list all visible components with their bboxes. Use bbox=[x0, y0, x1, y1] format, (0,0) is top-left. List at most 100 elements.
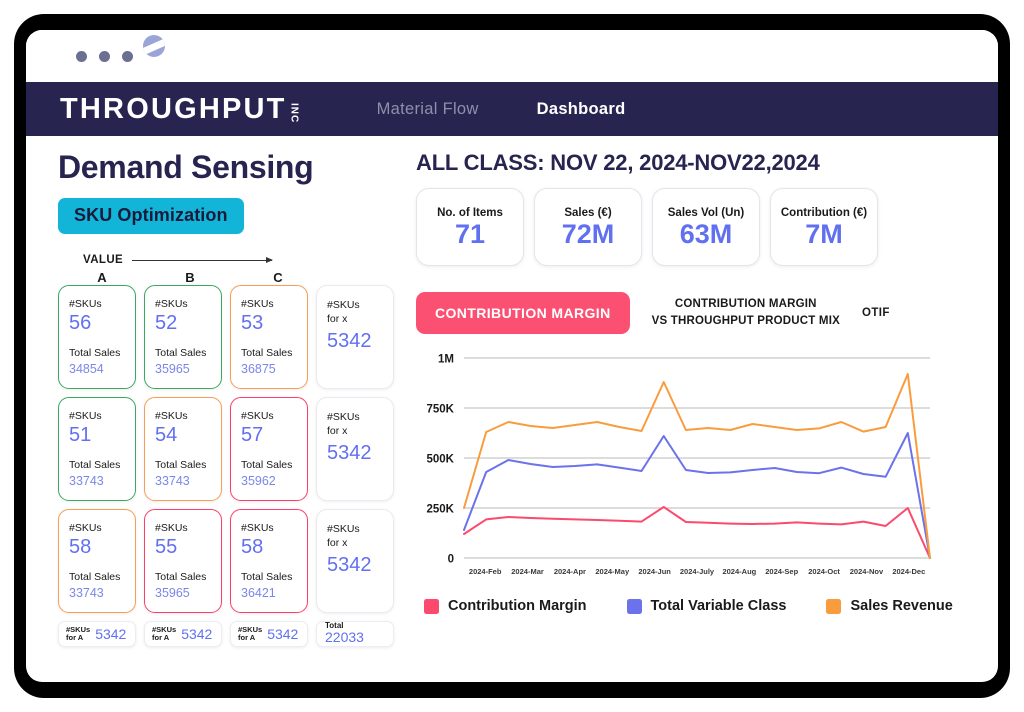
sku-cell[interactable]: #SKUs57Total Sales35962 bbox=[230, 397, 308, 501]
sku-optimization-button[interactable]: SKU Optimization bbox=[58, 198, 244, 234]
sku-total-label-2: for A bbox=[238, 634, 262, 642]
sku-cell-sales: 35962 bbox=[241, 474, 307, 488]
sku-total-label: #SKUsfor A bbox=[238, 626, 262, 643]
window-dot-2[interactable] bbox=[99, 51, 110, 62]
brand-logo-text: THROUGHPUT bbox=[60, 93, 287, 126]
kpi-card[interactable]: Contribution (€)7M bbox=[770, 188, 878, 266]
kpi-card[interactable]: Sales Vol (Un) 63M bbox=[652, 188, 760, 266]
sku-totals-row: #SKUsfor A5342#SKUsfor A5342#SKUsfor A53… bbox=[58, 621, 394, 647]
sku-cell-label: #SKUs bbox=[241, 298, 307, 311]
kpi-card[interactable]: Sales (€)72M bbox=[534, 188, 642, 266]
sku-cell[interactable]: #SKUs51Total Sales33743 bbox=[58, 397, 136, 501]
sku-cell-sales: 33743 bbox=[69, 586, 135, 600]
sku-cell[interactable]: #SKUs53Total Sales36875 bbox=[230, 285, 308, 389]
chart-title: CONTRIBUTION MARGIN VS THROUGHPUT PRODUC… bbox=[652, 296, 840, 331]
chart-y-tick-label: 1M bbox=[438, 354, 454, 366]
sku-cell[interactable]: #SKUs56Total Sales34854 bbox=[58, 285, 136, 389]
kpi-card[interactable]: No. of Items71 bbox=[416, 188, 524, 266]
chart-x-tick-label: 2024-Aug bbox=[722, 567, 756, 576]
sku-cell-sales: 34854 bbox=[69, 362, 135, 376]
sku-cell-count: 55 bbox=[155, 536, 221, 559]
sku-side-cell[interactable]: #SKUsfor x5342 bbox=[316, 285, 394, 389]
legend-item[interactable]: Total Variable Class bbox=[627, 598, 787, 614]
sku-cell[interactable]: #SKUs52Total Sales35965 bbox=[144, 285, 222, 389]
column-header-c: C bbox=[234, 270, 322, 285]
kpi-label: Sales Vol (Un) bbox=[668, 207, 744, 219]
chart-header: CONTRIBUTION MARGIN CONTRIBUTION MARGIN … bbox=[416, 292, 976, 334]
window-dot-3[interactable] bbox=[122, 51, 133, 62]
sku-total-label: #SKUsfor A bbox=[152, 626, 176, 643]
grand-total-value: 22033 bbox=[325, 630, 364, 645]
sku-cell-sales: 33743 bbox=[69, 474, 135, 488]
sku-total-label-2: for A bbox=[66, 634, 90, 642]
legend-item[interactable]: Sales Revenue bbox=[826, 598, 952, 614]
column-header-a: A bbox=[58, 270, 146, 285]
sku-side-cell[interactable]: #SKUsfor x5342 bbox=[316, 397, 394, 501]
chart-x-tick-label: 2024-Dec bbox=[892, 567, 925, 576]
sku-grid-row: #SKUs58Total Sales33743#SKUs55Total Sale… bbox=[58, 509, 394, 613]
sku-cell-sales: 36875 bbox=[241, 362, 307, 376]
chart-svg: 0250K500K750K1M2024-Feb2024-Mar2024-Apr2… bbox=[416, 350, 936, 588]
contribution-margin-tab[interactable]: CONTRIBUTION MARGIN bbox=[416, 292, 630, 334]
top-navbar: THROUGHPUT INC Material Flow Dashboard bbox=[26, 82, 998, 136]
chart-x-tick-label: 2024-Nov bbox=[850, 567, 884, 576]
legend-label: Contribution Margin bbox=[448, 598, 587, 614]
line-chart: 0250K500K750K1M2024-Feb2024-Mar2024-Apr2… bbox=[416, 350, 976, 588]
window-dot-1[interactable] bbox=[76, 51, 87, 62]
sku-grid-row: #SKUs51Total Sales33743#SKUs54Total Sale… bbox=[58, 397, 394, 501]
sku-side-label-1: #SKUs bbox=[327, 299, 393, 313]
sku-cell-sublabel: Total Sales bbox=[155, 459, 221, 472]
sku-cell[interactable]: #SKUs58Total Sales36421 bbox=[230, 509, 308, 613]
legend-label: Total Variable Class bbox=[651, 598, 787, 614]
all-class-title: ALL CLASS: NOV 22, 2024-NOV22,2024 bbox=[416, 150, 976, 176]
sku-side-label-1: #SKUs bbox=[327, 523, 393, 537]
nav-item-material-flow[interactable]: Material Flow bbox=[377, 100, 479, 119]
legend-swatch bbox=[826, 599, 841, 614]
chart-title-line-1: CONTRIBUTION MARGIN bbox=[652, 296, 840, 313]
sku-cell-count: 58 bbox=[241, 536, 307, 559]
sku-cell-label: #SKUs bbox=[155, 522, 221, 535]
value-axis-label: VALUE bbox=[83, 254, 123, 266]
sku-side-value: 5342 bbox=[327, 554, 393, 577]
sku-total-label-2: for A bbox=[152, 634, 176, 642]
column-header-b: B bbox=[146, 270, 234, 285]
kpi-value: 63M bbox=[680, 221, 733, 248]
chart-x-tick-label: 2024-Oct bbox=[808, 567, 840, 576]
sku-cell-count: 57 bbox=[241, 424, 307, 447]
sku-cell[interactable]: #SKUs54Total Sales33743 bbox=[144, 397, 222, 501]
chart-y-tick-label: 500K bbox=[427, 454, 455, 466]
sku-cell-label: #SKUs bbox=[241, 410, 307, 423]
sku-total-pill[interactable]: #SKUsfor A5342 bbox=[58, 621, 136, 647]
sku-cell-sales: 35965 bbox=[155, 362, 221, 376]
sku-cell[interactable]: #SKUs55Total Sales35965 bbox=[144, 509, 222, 613]
kpi-value: 71 bbox=[455, 221, 485, 248]
legend-label: Sales Revenue bbox=[850, 598, 952, 614]
sku-total-pill[interactable]: #SKUsfor A 5342 bbox=[144, 621, 222, 647]
otif-tab[interactable]: OTIF bbox=[862, 307, 890, 319]
sku-grid-row: #SKUs56Total Sales34854#SKUs52Total Sale… bbox=[58, 285, 394, 389]
sku-cell-sublabel: Total Sales bbox=[69, 571, 135, 584]
chart-x-tick-label: 2024-Sep bbox=[765, 567, 798, 576]
sku-total-value: 5342 bbox=[181, 626, 212, 642]
sku-total-pill[interactable]: #SKUsfor A5342 bbox=[230, 621, 308, 647]
kpi-value: 7M bbox=[805, 221, 843, 248]
chart-y-tick-label: 750K bbox=[427, 404, 455, 416]
sku-cell-label: #SKUs bbox=[69, 410, 135, 423]
column-headers: A B C bbox=[58, 270, 382, 285]
legend-item[interactable]: Contribution Margin bbox=[424, 598, 587, 614]
brand-logo[interactable]: THROUGHPUT INC bbox=[60, 93, 299, 126]
grand-total-pill[interactable]: Total22033 bbox=[316, 621, 394, 647]
sku-cell-sublabel: Total Sales bbox=[155, 347, 221, 360]
legend-swatch bbox=[424, 599, 439, 614]
sku-cell[interactable]: #SKUs58Total Sales33743 bbox=[58, 509, 136, 613]
sku-total-label: #SKUsfor A bbox=[66, 626, 90, 643]
nav-item-dashboard[interactable]: Dashboard bbox=[537, 100, 626, 119]
sku-cell-count: 58 bbox=[69, 536, 135, 559]
window-titlebar bbox=[26, 30, 998, 82]
sku-grid: #SKUs56Total Sales34854#SKUs52Total Sale… bbox=[58, 285, 394, 613]
sku-side-cell[interactable]: #SKUsfor x5342 bbox=[316, 509, 394, 613]
sku-cell-label: #SKUs bbox=[241, 522, 307, 535]
chart-series-line bbox=[464, 433, 930, 558]
chart-x-tick-label: 2024-Apr bbox=[554, 567, 586, 576]
kpi-value: 72M bbox=[562, 221, 615, 248]
